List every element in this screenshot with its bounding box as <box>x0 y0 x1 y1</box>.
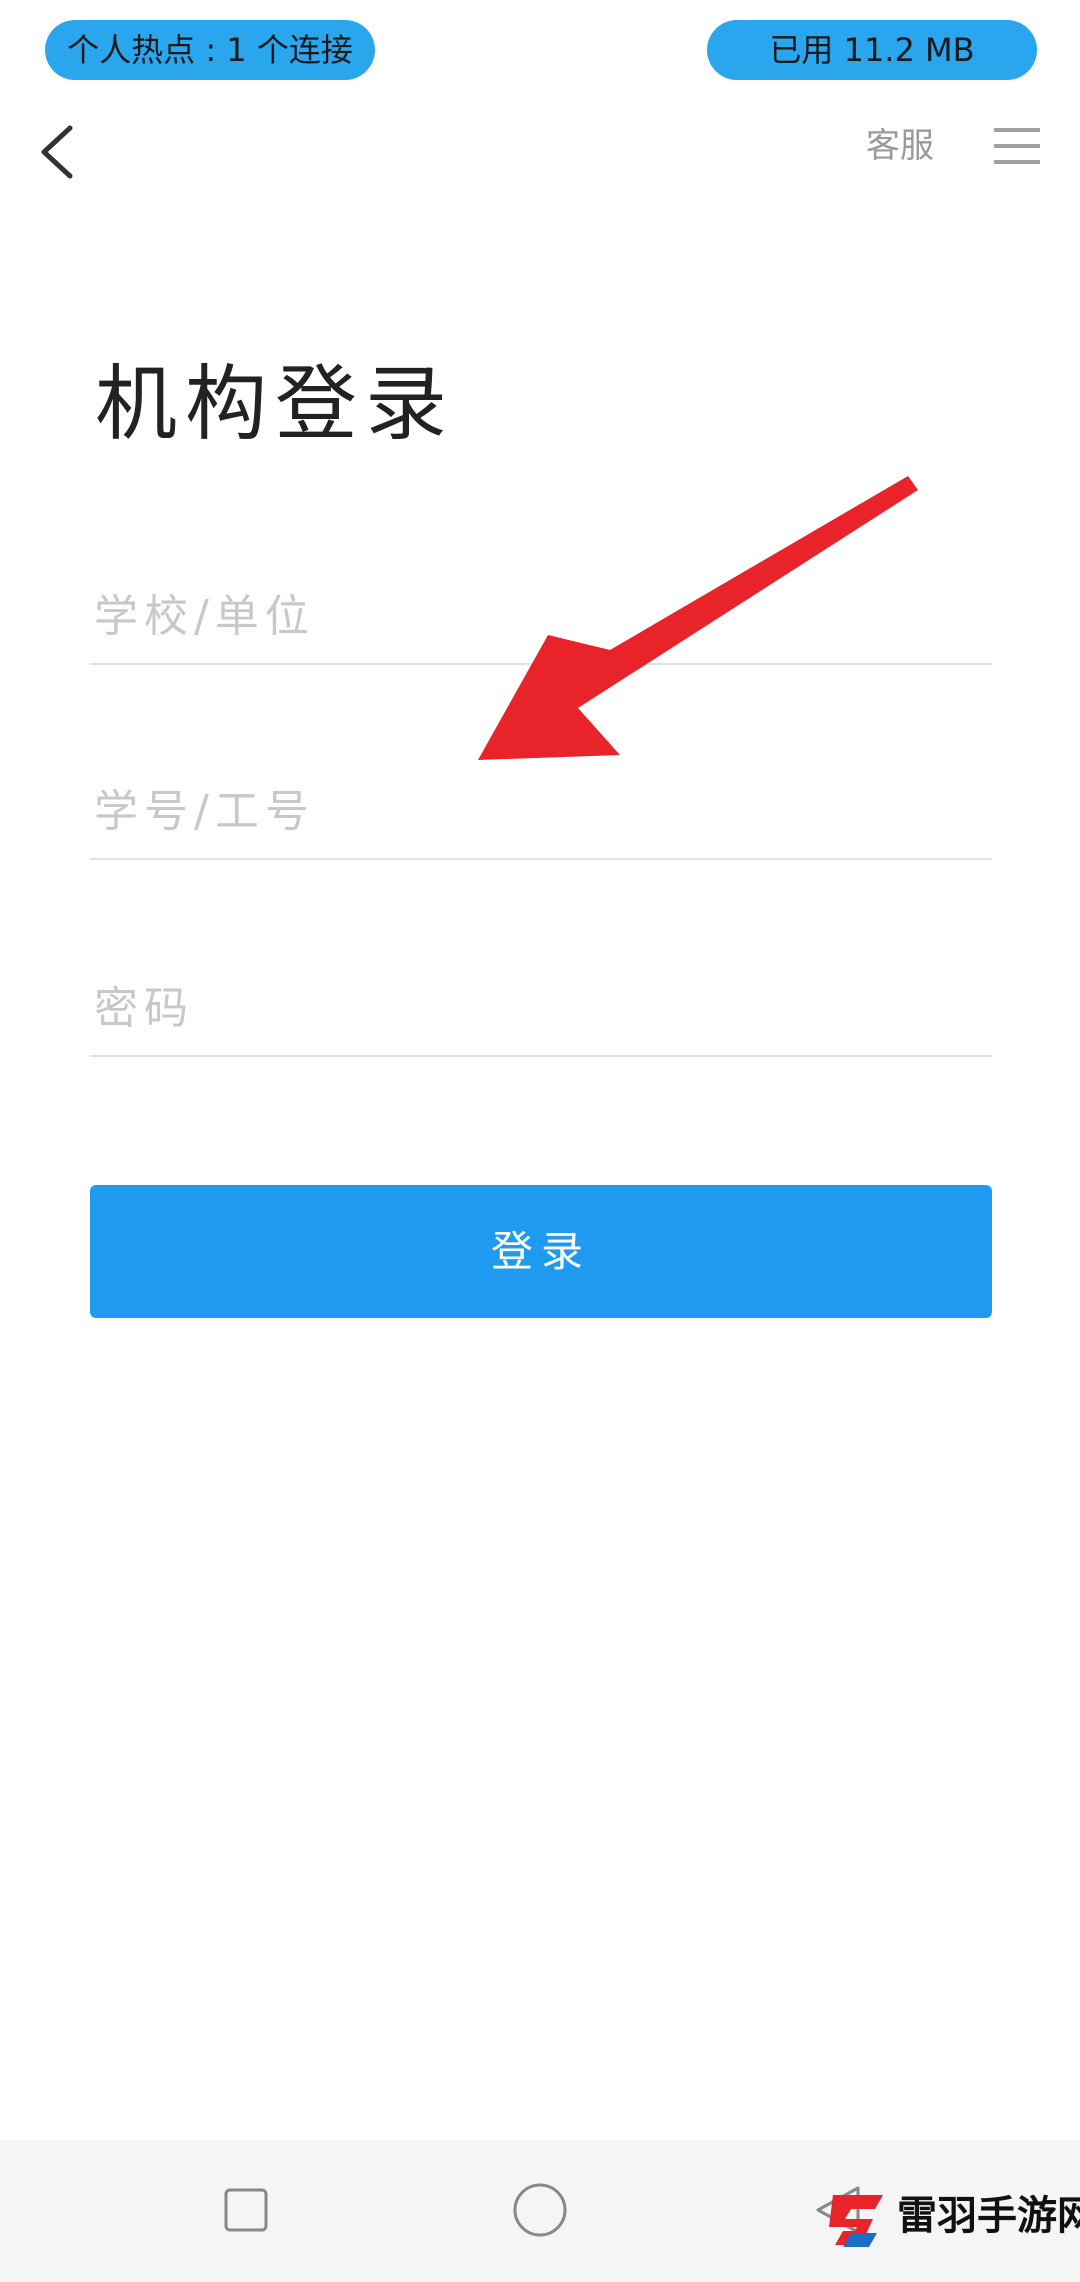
hamburger-menu-icon <box>994 128 1040 164</box>
hotspot-status-pill[interactable]: 个人热点 : 1 个连接 <box>45 20 375 80</box>
circle-icon <box>513 2183 567 2237</box>
home-button[interactable] <box>500 2170 580 2250</box>
data-usage-pill[interactable]: 已用 11.2 MB <box>707 20 1037 80</box>
square-icon <box>224 2188 268 2232</box>
password-field <box>90 945 996 1057</box>
watermark-text: 雷羽手游网 <box>897 2192 1080 2239</box>
login-button[interactable]: 登录 <box>90 1185 992 1318</box>
red-arrow-annotation <box>478 476 918 760</box>
watermark-logo-icon <box>829 2195 883 2247</box>
arrow-shape <box>478 476 918 760</box>
password-input[interactable] <box>90 973 996 1043</box>
recent-apps-button[interactable] <box>206 2170 286 2250</box>
page-title: 机构登录 <box>95 357 456 452</box>
back-button[interactable] <box>32 118 88 186</box>
chevron-left-icon <box>41 125 73 179</box>
student-id-input[interactable] <box>90 776 996 846</box>
site-watermark: 雷羽手游网 <box>825 2175 1080 2282</box>
menu-button[interactable] <box>990 122 1044 172</box>
login-screen: 个人热点 : 1 个连接 已用 11.2 MB 客服 机构登录 登录 <box>0 0 1080 2282</box>
customer-service-link[interactable]: 客服 <box>855 118 945 174</box>
